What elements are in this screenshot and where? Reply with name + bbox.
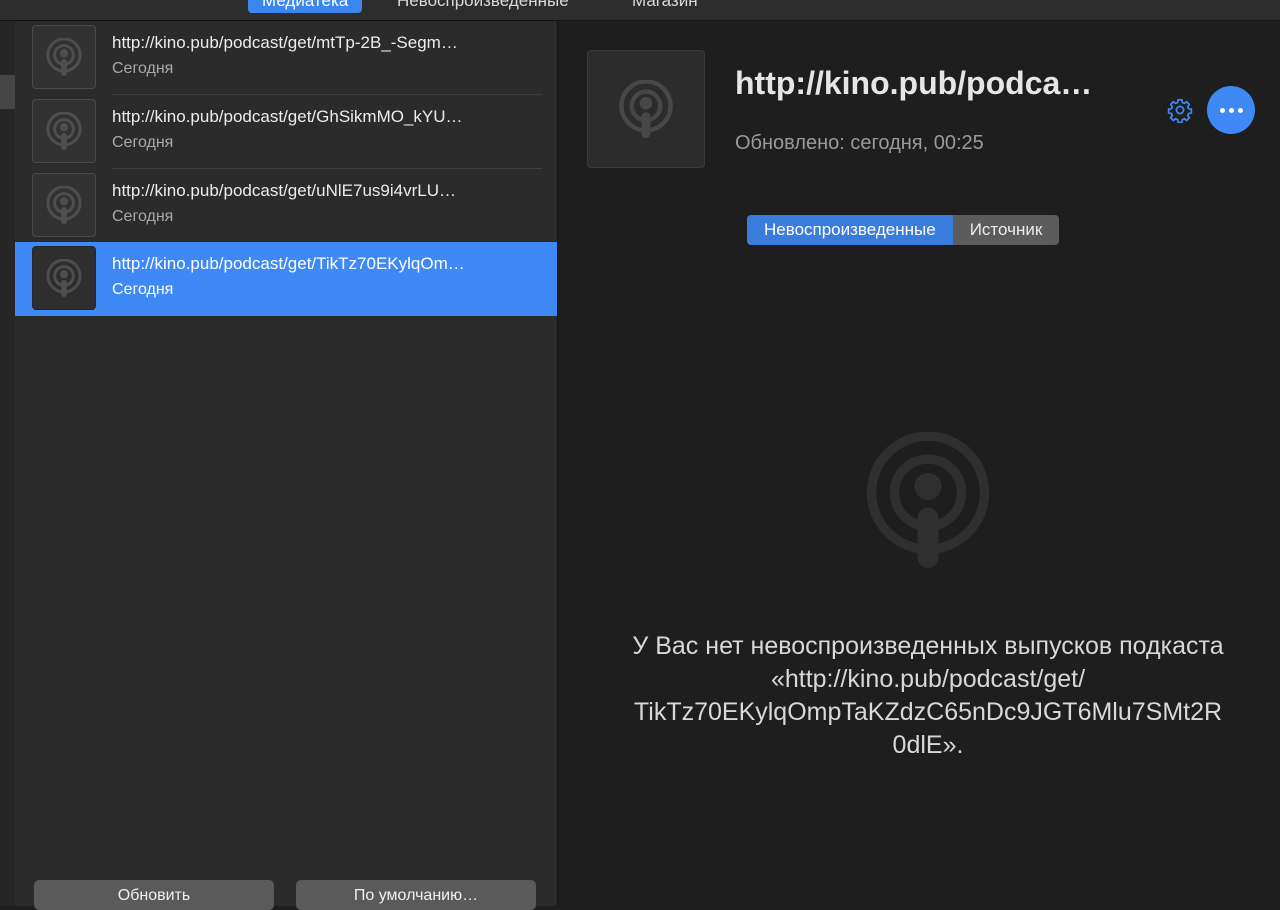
podcast-artwork-large [587, 50, 705, 168]
tab-store[interactable]: Магазин [632, 0, 698, 13]
sidebar-selection[interactable] [0, 75, 15, 109]
toolbar: Медиатека Невоспроизведенные Магазин [0, 0, 1280, 21]
podcast-date: Сегодня [112, 60, 174, 77]
sidebar-strip [0, 21, 15, 906]
podcast-list: http://kino.pub/podcast/get/mtTp-2B_-Seg… [15, 21, 557, 910]
podcast-detail: http://kino.pub/podca… Обновлено: сегодн… [558, 21, 1280, 906]
page-title: http://kino.pub/podca… [735, 65, 1093, 101]
gear-icon[interactable] [1167, 97, 1193, 123]
podcast-icon [46, 186, 82, 224]
more-button[interactable] [1207, 86, 1255, 134]
podcast-artwork [32, 173, 96, 237]
list-item[interactable]: http://kino.pub/podcast/get/GhSikmMO_kYU… [15, 95, 557, 169]
podcast-icon [46, 259, 82, 297]
empty-message-line: У Вас нет невоспроизведенных выпусков по… [632, 632, 1224, 660]
podcast-icon [46, 38, 82, 76]
podcast-title: http://kino.pub/podcast/get/mtTp-2B_-Seg… [112, 33, 458, 52]
list-item[interactable]: http://kino.pub/podcast/get/uNlE7us9i4vr… [15, 169, 557, 243]
podcast-icon [46, 112, 82, 150]
list-item[interactable]: http://kino.pub/podcast/get/mtTp-2B_-Seg… [15, 21, 557, 95]
podcast-date: Сегодня [112, 208, 174, 225]
podcast-title: http://kino.pub/podcast/get/uNlE7us9i4vr… [112, 181, 456, 200]
podcast-title: http://kino.pub/podcast/get/GhSikmMO_kYU… [112, 107, 463, 126]
podcast-date: Сегодня [112, 281, 174, 298]
updated-timestamp: Обновлено: сегодня, 00:25 [735, 132, 984, 154]
podcast-artwork [32, 99, 96, 163]
podcast-icon [866, 432, 990, 568]
empty-message-line: 0dlE». [892, 731, 964, 759]
podcast-date: Сегодня [112, 134, 174, 151]
empty-message-line: TikTz70EKylqOmpTaKZdzC65nDc9JGT6Mlu7SMt2… [633, 698, 1223, 726]
podcast-artwork [32, 246, 96, 310]
podcast-icon [619, 80, 673, 138]
empty-state-message: У Вас нет невоспроизведенных выпусков по… [578, 630, 1278, 762]
podcast-artwork [32, 25, 96, 89]
list-item-selected[interactable]: http://kino.pub/podcast/get/TikTz70EKylq… [15, 242, 557, 316]
segment-source[interactable]: Источник [952, 215, 1060, 245]
podcast-title: http://kino.pub/podcast/get/TikTz70EKylq… [112, 254, 465, 273]
segment-unplayed[interactable]: Невоспроизведенные [747, 215, 953, 245]
segmented-control: Невоспроизведенные Источник [747, 215, 1060, 245]
tab-unplayed[interactable]: Невоспроизведенные [397, 0, 569, 13]
tab-library[interactable]: Медиатека [248, 0, 363, 13]
empty-message-line: «http://kino.pub/podcast/get/ [770, 665, 1086, 693]
